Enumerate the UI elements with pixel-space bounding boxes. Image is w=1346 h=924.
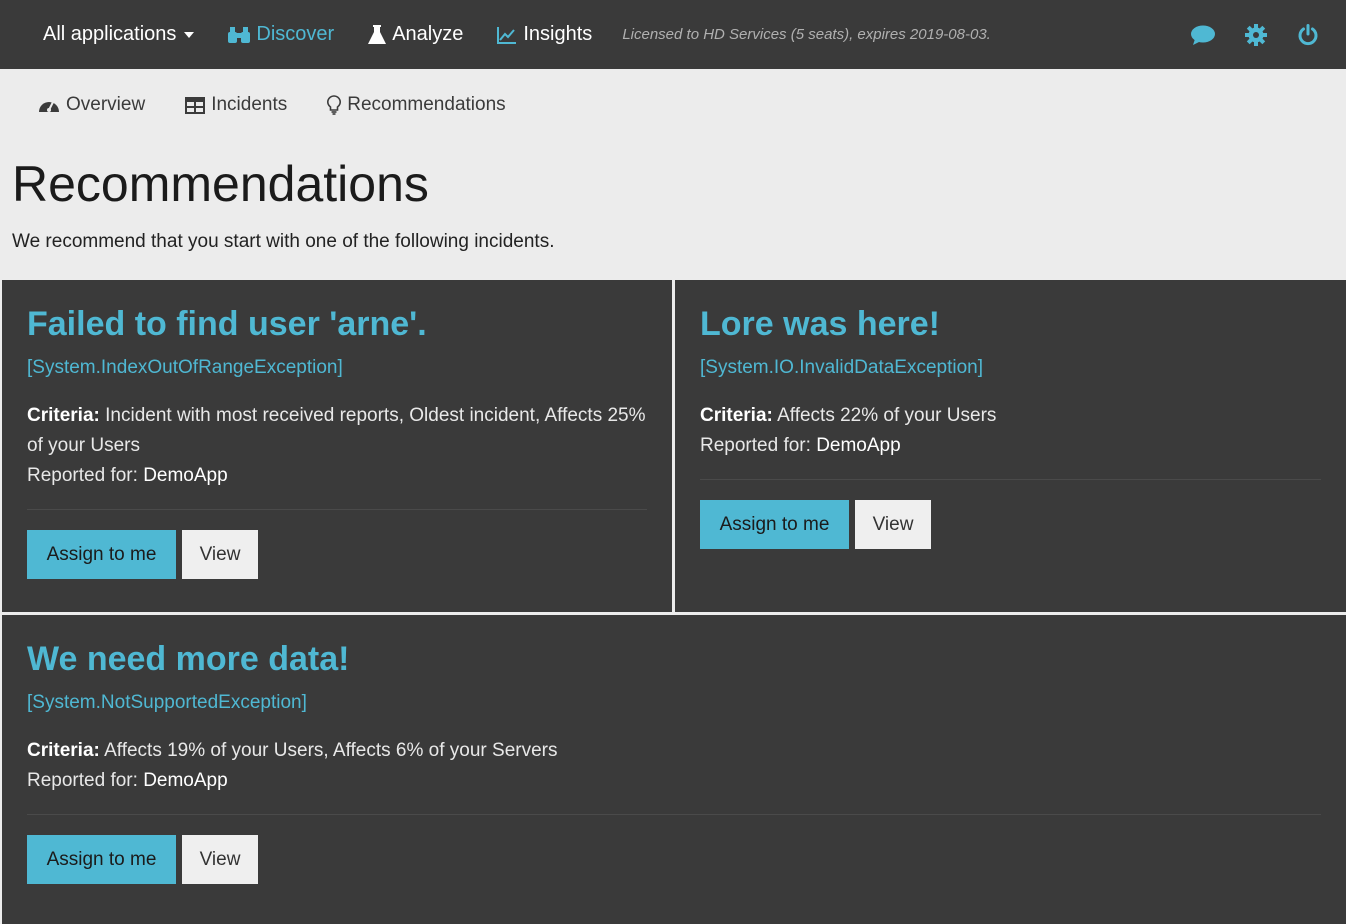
criteria-label: Criteria:: [700, 405, 773, 427]
criteria-text: Criteria: Affects 19% of your Users, Aff…: [27, 736, 1321, 766]
criteria-text: Criteria: Incident with most received re…: [27, 401, 647, 461]
reported-for: Reported for: DemoApp: [700, 431, 1321, 461]
recommendation-card: Lore was here! [System.IO.InvalidDataExc…: [675, 280, 1346, 612]
binoculars-icon: [228, 26, 251, 44]
incident-title: Failed to find user 'arne'.: [27, 305, 427, 343]
view-button[interactable]: View: [182, 835, 258, 885]
flask-icon: [368, 24, 387, 45]
exception-link[interactable]: [System.IO.InvalidDataException]: [700, 357, 983, 379]
nav-discover[interactable]: Discover: [228, 23, 334, 46]
criteria-value: Affects 22% of your Users: [777, 405, 997, 427]
reported-for-label: Reported for:: [700, 435, 811, 457]
incident-title: Lore was here!: [700, 305, 940, 343]
page-subtitle: We recommend that you start with one of …: [12, 231, 555, 252]
caret-down-icon: [184, 31, 195, 38]
criteria-text: Criteria: Affects 22% of your Users: [700, 401, 1321, 431]
tab-recommendations[interactable]: Recommendations: [327, 94, 506, 116]
reported-app: DemoApp: [143, 770, 228, 792]
tab-overview-label: Overview: [66, 94, 146, 115]
view-button[interactable]: View: [182, 530, 258, 580]
assign-to-me-button[interactable]: Assign to me: [27, 835, 176, 885]
view-button[interactable]: View: [855, 500, 931, 550]
recommendation-card: Failed to find user 'arne'. [System.Inde…: [2, 280, 672, 612]
recommendation-card: We need more data! [System.NotSupportedE…: [2, 615, 1346, 924]
nav-insights-label: Insights: [523, 23, 593, 45]
chat-icon[interactable]: [1191, 25, 1215, 45]
card-actions: Assign to me View: [700, 500, 1321, 550]
nav-discover-label: Discover: [256, 23, 335, 45]
reported-app: DemoApp: [143, 465, 228, 487]
power-icon[interactable]: [1297, 23, 1319, 46]
exception-link[interactable]: [System.NotSupportedException]: [27, 692, 307, 714]
gear-icon[interactable]: [1245, 23, 1267, 46]
application-dropdown-label: All applications: [43, 23, 177, 45]
license-notice: Licensed to HD Services (5 seats), expir…: [622, 26, 991, 43]
tab-overview[interactable]: Overview: [38, 94, 145, 116]
dashboard-icon: [38, 96, 60, 114]
top-navbar: All applications Discover Analyze Insigh…: [0, 0, 1346, 69]
page-title: Recommendations: [12, 156, 429, 212]
navbar-right-icons: [1191, 0, 1319, 69]
tab-recommendations-label: Recommendations: [347, 94, 506, 115]
reported-app: DemoApp: [816, 435, 901, 457]
incident-title: We need more data!: [27, 640, 350, 678]
reported-for-label: Reported for:: [27, 465, 138, 487]
reported-for-label: Reported for:: [27, 770, 138, 792]
card-divider: [27, 814, 1321, 816]
tab-incidents-label: Incidents: [211, 94, 288, 115]
tab-incidents[interactable]: Incidents: [185, 94, 287, 116]
criteria-label: Criteria:: [27, 740, 100, 762]
sub-navbar: Overview Incidents Recommendations: [0, 69, 1346, 141]
lightbulb-icon: [327, 95, 342, 115]
card-divider: [700, 479, 1321, 481]
criteria-value: Affects 19% of your Users, Affects 6% of…: [104, 740, 558, 762]
nav-analyze[interactable]: Analyze: [368, 23, 463, 46]
nav-analyze-label: Analyze: [392, 23, 464, 45]
card-actions: Assign to me View: [27, 835, 1321, 885]
application-dropdown[interactable]: All applications: [43, 23, 195, 46]
nav-insights[interactable]: Insights: [497, 23, 592, 46]
table-icon: [185, 96, 206, 114]
criteria-label: Criteria:: [27, 405, 100, 427]
reported-for: Reported for: DemoApp: [27, 461, 647, 491]
exception-link[interactable]: [System.IndexOutOfRangeException]: [27, 357, 343, 379]
card-divider: [27, 509, 647, 511]
card-actions: Assign to me View: [27, 530, 647, 580]
assign-to-me-button[interactable]: Assign to me: [27, 530, 176, 580]
assign-to-me-button[interactable]: Assign to me: [700, 500, 849, 550]
area-chart-icon: [497, 26, 517, 44]
reported-for: Reported for: DemoApp: [27, 766, 1321, 796]
criteria-value: Incident with most received reports, Old…: [27, 405, 646, 457]
